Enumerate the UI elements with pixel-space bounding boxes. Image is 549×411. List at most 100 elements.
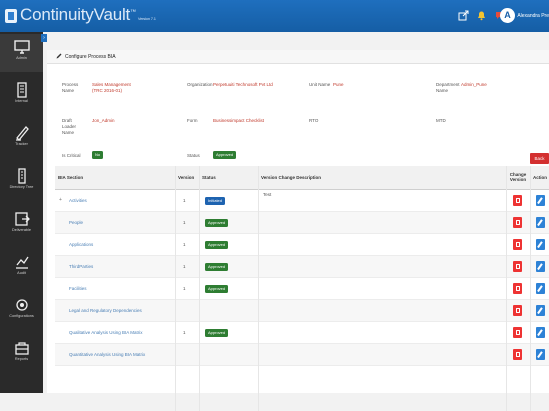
form-label: Form <box>187 118 198 123</box>
document-icon[interactable] <box>513 195 522 206</box>
unit-name-value: Pune <box>333 82 344 87</box>
bia-section-name[interactable]: Quantitative Analysis Using BIA Matrix <box>69 344 145 365</box>
bia-section-name[interactable]: Legal and Regulatory Dependencies <box>69 300 142 321</box>
organization-value: Perpetuuiti Technosoft Pvt Ltd <box>213 82 273 87</box>
sidebar-item-label: Admin <box>16 56 27 60</box>
app-name: ContinuityVault <box>20 5 131 24</box>
back-button[interactable]: Back <box>530 153 549 164</box>
sidebar-item-tracker[interactable]: Tracker <box>0 120 43 158</box>
edit-icon[interactable] <box>536 217 545 228</box>
audit-icon <box>15 256 29 269</box>
version-cell: 1 <box>183 330 186 335</box>
edit-icon[interactable] <box>536 261 545 272</box>
change-description-cell: Test <box>263 192 272 197</box>
logo-icon <box>5 9 17 23</box>
status-badge: Approved <box>205 241 229 249</box>
sidebar-item-label: Tracker <box>15 142 28 146</box>
is-critical-label: Is Critical <box>62 153 81 158</box>
document-icon[interactable] <box>513 261 522 272</box>
expand-icon[interactable]: + <box>59 190 62 211</box>
sidebar-item-label: Directory Tree <box>9 185 34 189</box>
owner-value: Jon_Admin <box>92 118 115 123</box>
department-value: Admin_Pune <box>461 82 487 87</box>
sidebar-item-audit[interactable]: Audit <box>0 249 43 287</box>
col-header-bia-section[interactable]: BIA Section <box>58 166 84 190</box>
bia-section-name[interactable]: Applications <box>69 234 93 255</box>
department-label: Department Name <box>436 82 460 93</box>
notification-icon[interactable] <box>476 10 487 21</box>
status-label: Status <box>187 153 200 158</box>
document-icon[interactable] <box>513 305 522 316</box>
sidebar-item-label: Audit <box>17 271 26 275</box>
reports-icon <box>14 342 29 355</box>
app-brand[interactable]: ContinuityVault™Version 7.1 <box>20 5 156 25</box>
table-row: + Activities 1 Initiated Test <box>55 190 549 212</box>
column-divider <box>258 166 259 411</box>
sidebar-item-configurations[interactable]: Configurations <box>0 292 43 330</box>
bia-section-name[interactable]: Activities <box>69 190 87 211</box>
edit-icon[interactable] <box>536 305 545 316</box>
edit-icon[interactable] <box>536 195 545 206</box>
panel-header: Configure Process BIA <box>47 50 549 64</box>
sidebar-item-reports[interactable]: Reports <box>0 335 43 373</box>
document-icon[interactable] <box>513 349 522 360</box>
directory-icon <box>17 168 26 184</box>
sidebar-item-deliverable[interactable]: Deliverable <box>0 206 43 244</box>
edit-icon[interactable] <box>536 239 545 250</box>
organization-label: Organization <box>187 82 213 87</box>
table-row: Quantitative Analysis Using BIA Matrix <box>55 344 549 366</box>
configurations-icon <box>15 299 28 311</box>
tracker-icon <box>15 126 29 141</box>
status-badge: Approved <box>205 263 229 271</box>
building-icon <box>16 82 27 98</box>
toolbar-icons <box>458 10 505 21</box>
column-divider <box>506 166 507 411</box>
version-cell: 1 <box>183 242 186 247</box>
main-panel: Configure Process BIA Process Name Sales… <box>47 50 549 411</box>
bia-section-name[interactable]: Qualitative Analysis Using BIA Matrix <box>69 322 143 343</box>
version-cell: 1 <box>183 198 186 203</box>
process-name-value: Sales Management (TRC 2016-01) <box>92 82 131 93</box>
rto-label: RTO <box>309 118 319 123</box>
table-row: Facilities 1 Approved <box>55 278 549 300</box>
sidebar-item-directory-tree[interactable]: Directory Tree <box>0 163 43 201</box>
col-header-change-description[interactable]: Version Change Description <box>261 166 322 190</box>
user-name[interactable]: Alexandra Pre <box>517 13 549 19</box>
owner-label: Draft Loader Name <box>62 118 77 135</box>
edit-icon[interactable] <box>536 283 545 294</box>
edit-icon[interactable] <box>536 349 545 360</box>
external-link-icon[interactable] <box>458 10 469 21</box>
edit-icon[interactable] <box>536 327 545 338</box>
sidebar: Admin Internal Tracker Directory Tree De… <box>0 32 43 393</box>
deliverable-icon <box>14 212 30 226</box>
pencil-icon <box>56 53 62 59</box>
form-value: Businessimpact Checklist <box>213 118 265 123</box>
bia-section-name[interactable]: People <box>69 212 83 233</box>
status-badge: Approved <box>213 151 237 159</box>
is-critical-badge: No <box>92 151 104 159</box>
top-bar: ContinuityVault™Version 7.1 A Alexandra … <box>0 0 549 32</box>
col-header-change-version[interactable]: Change Version <box>509 166 527 190</box>
version-cell: 1 <box>183 286 186 291</box>
monitor-icon <box>13 40 30 54</box>
status-badge: Approved <box>205 285 229 293</box>
sidebar-item-internal[interactable]: Internal <box>0 77 43 115</box>
document-icon[interactable] <box>513 239 522 250</box>
sidebar-toggle-button[interactable]: › <box>41 34 47 42</box>
sidebar-item-label: Configurations <box>9 314 34 318</box>
bia-section-name[interactable]: ThirdParties <box>69 256 93 277</box>
bia-section-name[interactable]: Facilities <box>69 278 87 299</box>
column-divider <box>199 166 200 411</box>
column-divider <box>175 166 176 411</box>
document-icon[interactable] <box>513 327 522 338</box>
document-icon[interactable] <box>513 217 522 228</box>
table-row: Legal and Regulatory Dependencies <box>55 300 549 322</box>
version-cell: 1 <box>183 264 186 269</box>
document-icon[interactable] <box>513 283 522 294</box>
unit-name-label: Unit Name <box>309 82 331 87</box>
col-header-version[interactable]: Version <box>178 166 195 190</box>
col-header-action[interactable]: Action <box>533 166 547 190</box>
user-avatar[interactable]: A <box>500 8 515 23</box>
col-header-status[interactable]: Status <box>202 166 216 190</box>
sidebar-item-admin[interactable]: Admin <box>0 34 43 72</box>
